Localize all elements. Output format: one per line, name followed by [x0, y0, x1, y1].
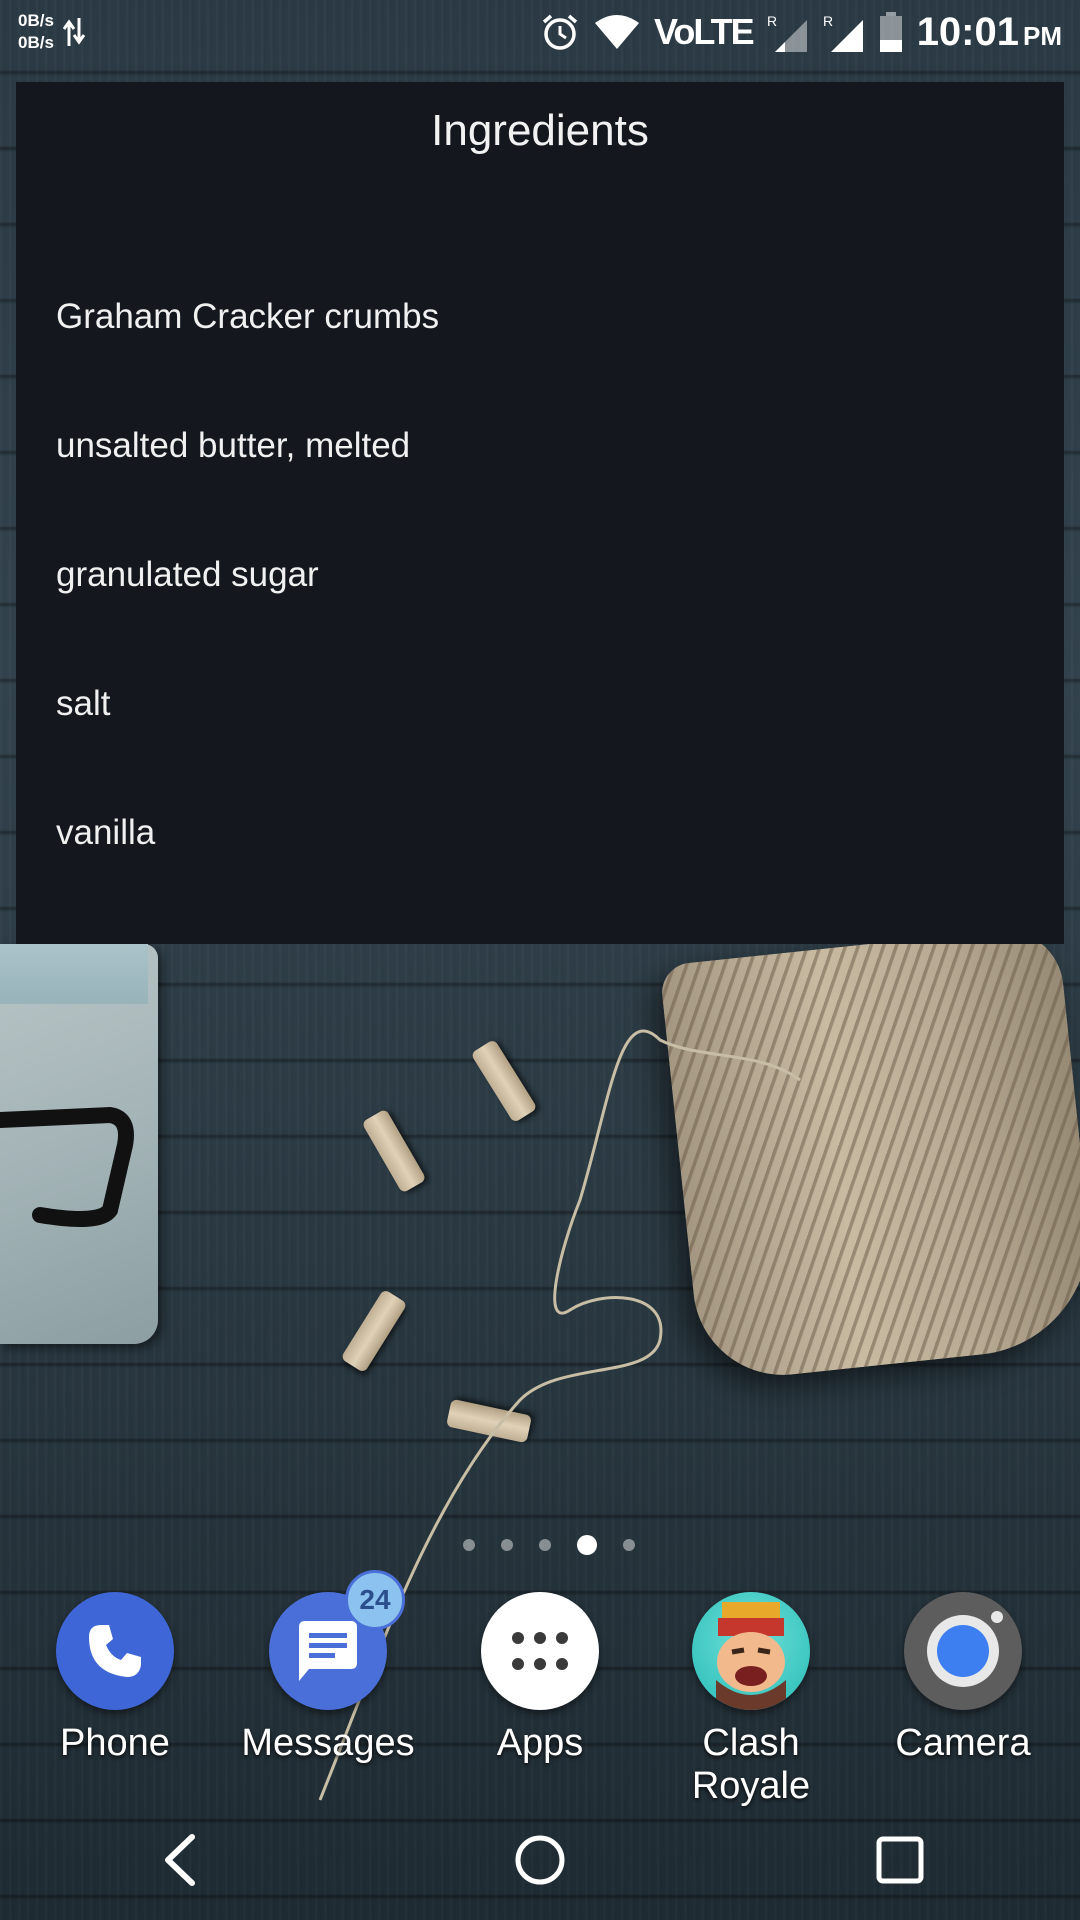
alarm-icon	[542, 14, 578, 50]
widget-title: Ingredients	[431, 106, 649, 155]
wifi-icon	[595, 15, 640, 49]
svg-text:R: R	[823, 13, 833, 29]
dock: Phone 24 Messages Apps Clash Royale Came…	[0, 1570, 1080, 1807]
page-dot-active	[577, 1535, 597, 1555]
list-item[interactable]: salt	[16, 669, 1064, 798]
list-item[interactable]: unsalted butter, melted	[16, 411, 1064, 540]
list-item[interactable]: vanilla	[16, 798, 1064, 927]
app-label: Apps	[496, 1722, 584, 1764]
navigation-bar	[0, 1800, 1080, 1920]
app-clash-royale[interactable]: Clash Royale	[651, 1592, 851, 1808]
app-label: Messages	[241, 1722, 415, 1764]
home-icon	[515, 1835, 565, 1885]
app-camera[interactable]: Camera	[863, 1592, 1063, 1765]
phone-icon[interactable]	[56, 1592, 174, 1710]
clock: 10:01 PM	[916, 9, 1062, 54]
page-dot	[539, 1539, 551, 1551]
upload-rate: 0B/s	[18, 11, 54, 30]
status-bar: 0B/s 0B/s VoLTE R R 10:01 PM	[0, 0, 1080, 64]
page-indicator	[0, 1535, 1080, 1555]
home-button[interactable]	[480, 1800, 600, 1920]
ingredient-list[interactable]: Graham Cracker crumbs unsalted butter, m…	[16, 282, 1064, 944]
recents-button[interactable]	[840, 1800, 960, 1920]
list-item[interactable]: Graham Cracker crumbs	[16, 282, 1064, 411]
page-dot	[623, 1539, 635, 1551]
app-phone[interactable]: Phone	[15, 1592, 215, 1765]
camera-icon[interactable]	[904, 1592, 1022, 1710]
back-button[interactable]	[120, 1800, 240, 1920]
unread-badge: 24	[345, 1570, 405, 1630]
signal-sim2-icon: R	[823, 13, 863, 52]
app-drawer-icon[interactable]	[481, 1592, 599, 1710]
page-dot	[463, 1539, 475, 1551]
clash-royale-icon[interactable]	[692, 1592, 810, 1710]
volte-indicator: VoLTE	[654, 11, 755, 52]
messages-icon[interactable]: 24	[269, 1570, 405, 1710]
network-speed: 0B/s 0B/s	[18, 10, 86, 54]
signal-sim1-icon: R	[767, 13, 807, 52]
app-label: Camera	[895, 1722, 1031, 1764]
list-item[interactable]: Nutella or other chocolate-hazelnut spre…	[16, 927, 1064, 944]
recents-icon	[876, 1836, 924, 1884]
app-label: Clash Royale	[691, 1722, 811, 1807]
app-label: Phone	[60, 1722, 170, 1764]
download-rate: 0B/s	[18, 33, 54, 52]
app-messages[interactable]: 24 Messages	[228, 1570, 428, 1765]
page-dot	[501, 1539, 513, 1551]
ingredients-widget[interactable]: Ingredients Graham Cracker crumbs unsalt…	[16, 82, 1064, 944]
svg-text:R: R	[767, 13, 777, 29]
back-icon	[165, 1834, 195, 1886]
data-transfer-icon	[62, 18, 86, 46]
battery-icon	[879, 12, 902, 52]
app-drawer[interactable]: Apps	[440, 1592, 640, 1765]
list-item[interactable]: granulated sugar	[16, 540, 1064, 669]
